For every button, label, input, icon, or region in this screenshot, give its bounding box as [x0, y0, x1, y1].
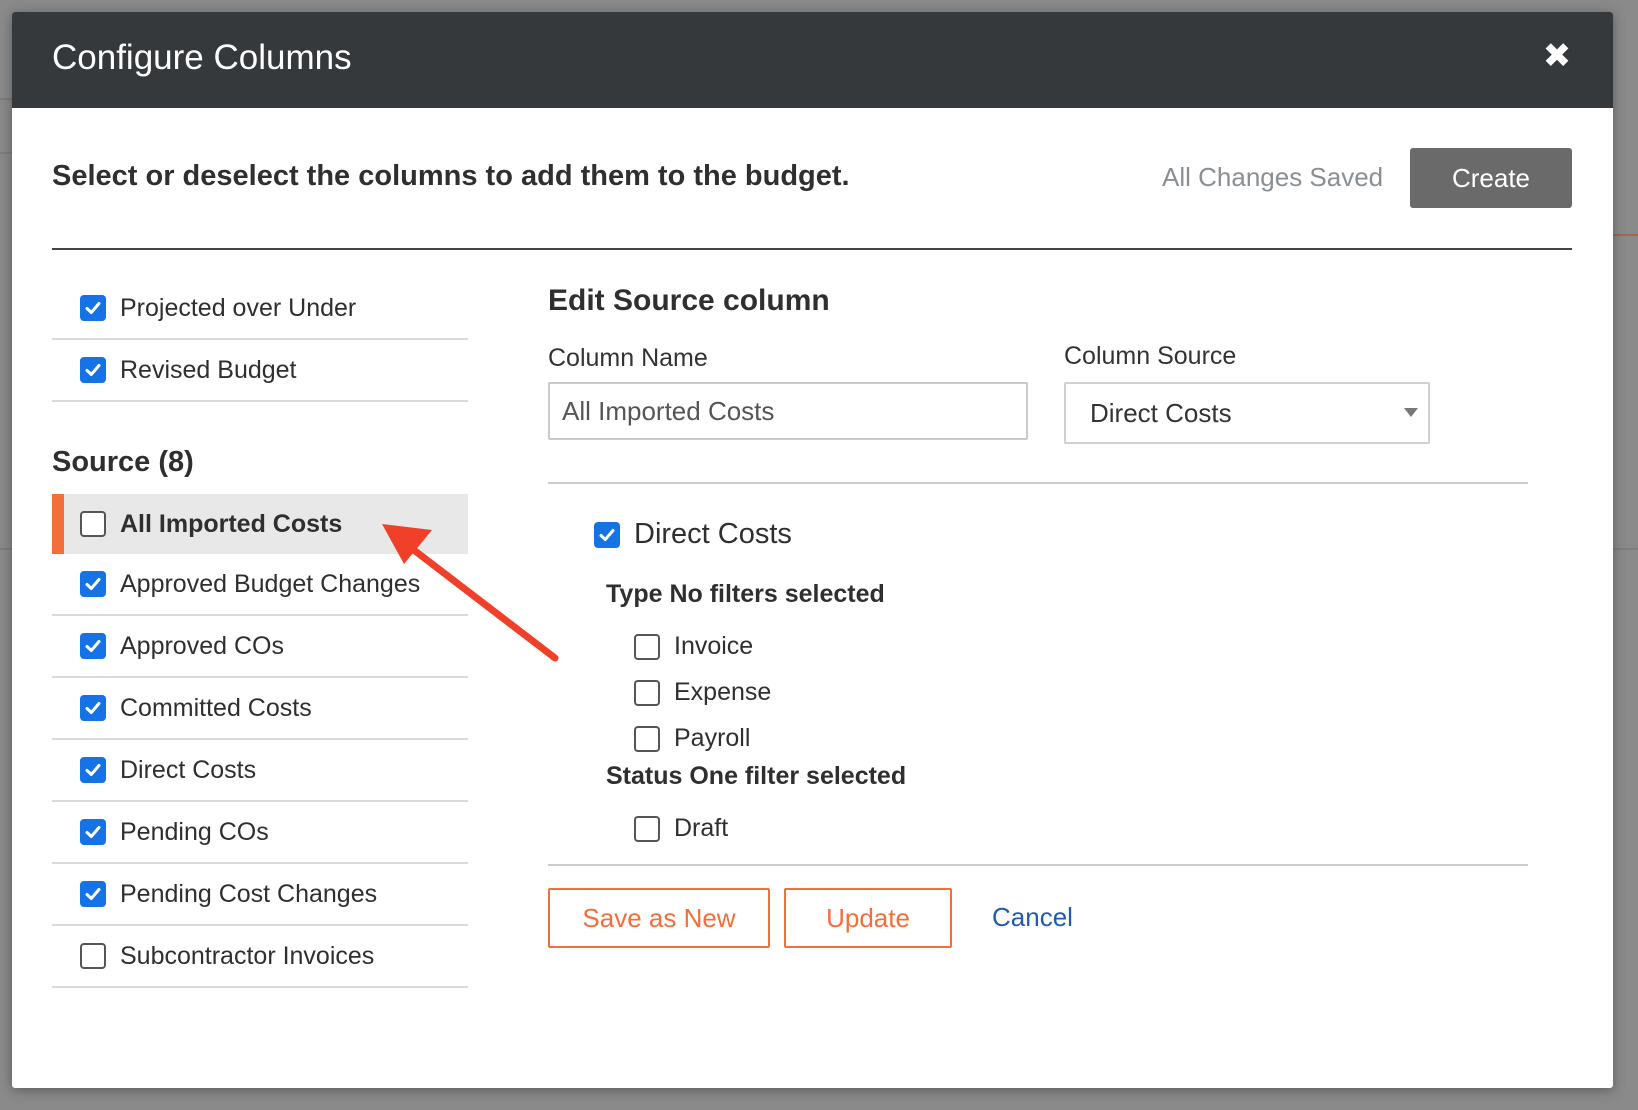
source-item-subcontractor-invoices[interactable]: Subcontractor Invoices — [52, 926, 468, 988]
column-item-revised-budget[interactable]: Revised Budget — [52, 340, 468, 402]
column-item-label: Revised Budget — [120, 355, 297, 384]
source-item-direct-costs[interactable]: Direct Costs — [52, 740, 468, 802]
filter-item-payroll[interactable]: Payroll — [634, 724, 750, 753]
source-toggle-direct-costs[interactable]: Direct Costs — [594, 518, 792, 551]
column-source-select[interactable]: Direct Costs — [1064, 382, 1430, 444]
source-item-committed-costs[interactable]: Committed Costs — [52, 678, 468, 740]
caret-down-icon — [1404, 408, 1418, 417]
column-name-input[interactable] — [548, 382, 1028, 440]
filter-item-label: Payroll — [674, 724, 751, 752]
filter-item-expense[interactable]: Expense — [634, 678, 771, 707]
checkbox-unchecked-icon[interactable] — [634, 725, 660, 752]
divider — [548, 482, 1528, 484]
checkbox-unchecked-icon[interactable] — [634, 633, 660, 660]
source-section-title: Source (8) — [52, 446, 194, 478]
bg-divider — [0, 98, 12, 100]
configure-columns-modal: Configure Columns ✖ Select or deselect t… — [12, 12, 1613, 1088]
filter-item-label: Expense — [674, 678, 772, 706]
type-filter-heading: Type No filters selected — [606, 580, 885, 608]
source-item-label: Subcontractor Invoices — [120, 941, 375, 970]
filter-item-invoice[interactable]: Invoice — [634, 632, 753, 661]
source-item-label: Pending COs — [120, 817, 269, 846]
column-source-value: Direct Costs — [1090, 397, 1232, 428]
checkbox-checked-icon[interactable] — [80, 819, 106, 845]
source-item-label: Pending Cost Changes — [120, 879, 378, 908]
source-item-label: All Imported Costs — [120, 509, 343, 538]
source-item-pending-cost-changes[interactable]: Pending Cost Changes — [52, 864, 468, 926]
annotation-arrow-icon — [382, 524, 559, 662]
source-item-pending-cos[interactable]: Pending COs — [52, 802, 468, 864]
divider — [548, 864, 1528, 866]
checkbox-unchecked-icon[interactable] — [80, 511, 106, 537]
checkbox-checked-icon[interactable] — [80, 757, 106, 783]
checkbox-unchecked-icon[interactable] — [634, 815, 660, 842]
source-item-label: Approved COs — [120, 631, 284, 660]
source-item-label: Direct Costs — [120, 755, 257, 784]
column-item-projected-over-under[interactable]: Projected over Under — [52, 278, 468, 340]
checkbox-checked-icon[interactable] — [80, 357, 106, 383]
column-item-label: Projected over Under — [120, 293, 357, 322]
cancel-link[interactable]: Cancel — [992, 902, 1073, 933]
edit-source-title: Edit Source column — [548, 284, 830, 317]
modal-header: Configure Columns ✖ — [12, 12, 1613, 108]
bg-divider — [0, 152, 12, 154]
bg-divider — [1612, 548, 1638, 550]
checkbox-checked-icon[interactable] — [80, 695, 106, 721]
checkbox-unchecked-icon[interactable] — [80, 943, 106, 969]
update-button[interactable]: Update — [784, 888, 952, 948]
checkbox-checked-icon[interactable] — [594, 521, 620, 548]
checkbox-checked-icon[interactable] — [80, 633, 106, 659]
save-as-new-button[interactable]: Save as New — [548, 888, 770, 948]
checkbox-checked-icon[interactable] — [80, 881, 106, 907]
instruction-text: Select or deselect the columns to add th… — [52, 160, 850, 192]
status-filter-heading: Status One filter selected — [606, 762, 907, 790]
column-source-label: Column Source — [1064, 342, 1237, 370]
close-icon[interactable]: ✖ — [1537, 36, 1577, 76]
filter-item-label: Draft — [674, 814, 729, 842]
checkbox-checked-icon[interactable] — [80, 295, 106, 321]
create-button[interactable]: Create — [1410, 148, 1572, 208]
filter-item-label: Invoice — [674, 632, 754, 660]
modal-title: Configure Columns — [52, 38, 352, 77]
checkbox-unchecked-icon[interactable] — [634, 679, 660, 706]
source-toggle-label: Direct Costs — [634, 518, 792, 550]
filter-item-draft[interactable]: Draft — [634, 814, 728, 843]
saved-status: All Changes Saved — [1162, 162, 1384, 192]
column-name-label: Column Name — [548, 344, 708, 372]
source-item-label: Committed Costs — [120, 693, 312, 722]
checkbox-checked-icon[interactable] — [80, 571, 106, 597]
bg-divider — [0, 548, 12, 550]
divider — [52, 248, 1572, 250]
bg-accent-line — [1612, 234, 1638, 236]
